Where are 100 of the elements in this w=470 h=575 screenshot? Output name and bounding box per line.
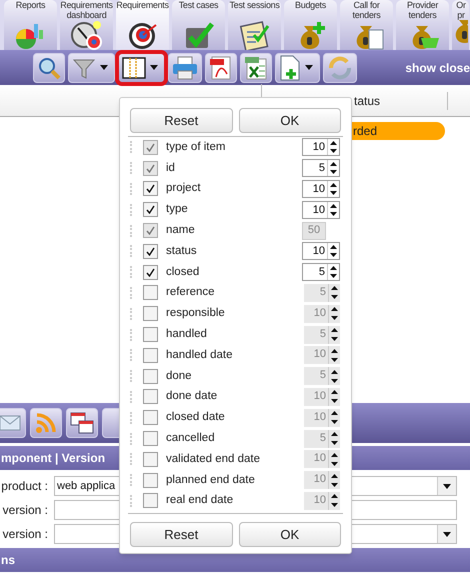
width-spinner[interactable]: 10 xyxy=(302,138,340,156)
up-arrow-icon[interactable] xyxy=(330,266,337,270)
column-option[interactable]: closed date 10 xyxy=(130,407,340,428)
down-arrow-icon[interactable] xyxy=(331,420,338,424)
down-arrow-icon[interactable] xyxy=(331,503,338,508)
down-arrow-icon[interactable] xyxy=(331,337,338,342)
down-arrow-icon[interactable] xyxy=(331,295,338,300)
module-tab[interactable]: Requirements xyxy=(116,0,169,50)
drag-handle-icon[interactable] xyxy=(130,432,134,445)
up-arrow-icon[interactable] xyxy=(331,286,338,290)
column-option[interactable]: done date 10 xyxy=(130,386,340,408)
width-spinner[interactable]: 10 xyxy=(302,242,340,260)
up-arrow-icon[interactable] xyxy=(331,370,338,374)
up-arrow-icon[interactable] xyxy=(331,474,338,478)
module-tab[interactable]: Reports xyxy=(4,0,57,50)
down-arrow-icon[interactable] xyxy=(330,149,337,154)
up-arrow-icon[interactable] xyxy=(330,162,337,166)
drag-handle-icon[interactable] xyxy=(130,412,134,424)
up-arrow-icon[interactable] xyxy=(331,411,338,416)
checkbox[interactable] xyxy=(143,327,158,342)
checkbox[interactable] xyxy=(143,452,158,467)
up-arrow-icon[interactable] xyxy=(331,307,338,312)
drag-handle-icon[interactable] xyxy=(130,370,134,382)
drag-handle-icon[interactable] xyxy=(130,245,134,258)
drag-handle-icon[interactable] xyxy=(130,308,134,320)
column-option[interactable]: handled 5 xyxy=(130,324,340,345)
drag-handle-icon[interactable] xyxy=(130,286,134,299)
column-option[interactable]: done 5 xyxy=(130,366,340,387)
checkbox[interactable] xyxy=(143,223,158,238)
checkbox[interactable] xyxy=(143,181,158,196)
drag-handle-icon[interactable] xyxy=(130,162,134,174)
checkbox[interactable] xyxy=(143,431,158,446)
menu-button[interactable]: Reset xyxy=(130,522,232,548)
checkbox[interactable] xyxy=(143,348,158,363)
drag-handle-icon[interactable] xyxy=(130,204,134,216)
checkbox[interactable] xyxy=(143,410,158,426)
menu-button[interactable]: OK xyxy=(238,522,341,548)
up-arrow-icon[interactable] xyxy=(331,328,338,332)
column-option[interactable]: handled date 10 xyxy=(130,344,340,366)
down-arrow-icon[interactable] xyxy=(330,170,337,174)
down-arrow-icon[interactable] xyxy=(331,441,338,446)
down-arrow-icon[interactable] xyxy=(330,212,337,216)
checkbox[interactable] xyxy=(143,160,158,176)
up-arrow-icon[interactable] xyxy=(331,452,338,457)
module-tab[interactable]: Call for tenders xyxy=(340,0,393,50)
menu-button[interactable]: OK xyxy=(238,108,341,133)
drag-handle-icon[interactable] xyxy=(130,182,134,195)
up-arrow-icon[interactable] xyxy=(330,141,337,146)
down-arrow-icon[interactable] xyxy=(331,378,338,383)
up-arrow-icon[interactable] xyxy=(330,182,337,187)
checkbox[interactable] xyxy=(143,264,158,280)
drag-handle-icon[interactable] xyxy=(130,474,134,486)
column-option[interactable]: type of item 10 xyxy=(130,137,340,158)
module-tab[interactable]: Test sessions xyxy=(228,0,281,50)
down-arrow-icon[interactable] xyxy=(330,190,337,195)
column-option[interactable]: closed 5 xyxy=(130,262,340,283)
menu-button[interactable]: Reset xyxy=(130,108,232,133)
width-spinner[interactable]: 10 xyxy=(302,180,340,198)
down-arrow-icon[interactable] xyxy=(330,253,337,258)
up-arrow-icon[interactable] xyxy=(330,245,337,250)
down-arrow-icon[interactable] xyxy=(331,316,338,320)
module-tab[interactable]: Or pr xyxy=(452,0,469,50)
module-tab[interactable]: Requirements dashboard xyxy=(60,0,113,50)
down-arrow-icon[interactable] xyxy=(330,274,337,278)
checkbox[interactable] xyxy=(143,389,158,404)
checkbox[interactable] xyxy=(143,244,158,259)
module-tab[interactable]: Test cases xyxy=(172,0,225,50)
checkbox[interactable] xyxy=(143,140,158,155)
up-arrow-icon[interactable] xyxy=(331,494,338,498)
width-spinner[interactable]: 5 xyxy=(302,159,340,178)
module-tab[interactable]: Budgets xyxy=(284,0,337,50)
checkbox[interactable] xyxy=(143,472,158,488)
checkbox[interactable] xyxy=(143,368,158,384)
column-option[interactable]: name 50 xyxy=(130,220,340,241)
drag-handle-icon[interactable] xyxy=(130,494,134,507)
column-option[interactable]: planned end date 10 xyxy=(130,470,340,491)
width-spinner[interactable]: 10 xyxy=(302,200,340,219)
column-option[interactable]: type 10 xyxy=(130,199,340,220)
column-option[interactable]: cancelled 5 xyxy=(130,428,340,449)
column-option[interactable]: project 10 xyxy=(130,178,340,200)
down-arrow-icon[interactable] xyxy=(331,358,338,362)
up-arrow-icon[interactable] xyxy=(331,432,338,436)
column-option[interactable]: responsible 10 xyxy=(130,303,340,324)
drag-handle-icon[interactable] xyxy=(130,266,134,278)
drag-handle-icon[interactable] xyxy=(130,390,134,403)
drag-handle-icon[interactable] xyxy=(130,349,134,362)
up-arrow-icon[interactable] xyxy=(331,348,338,353)
checkbox[interactable] xyxy=(143,202,158,218)
module-tab[interactable]: Provider tenders xyxy=(396,0,449,50)
drag-handle-icon[interactable] xyxy=(130,453,134,466)
column-option[interactable]: real end date 10 xyxy=(130,490,340,512)
down-arrow-icon[interactable] xyxy=(331,399,338,404)
checkbox[interactable] xyxy=(143,306,158,322)
width-spinner[interactable]: 5 xyxy=(302,263,340,282)
column-option[interactable]: reference 5 xyxy=(130,282,340,304)
checkbox[interactable] xyxy=(143,285,158,300)
drag-handle-icon[interactable] xyxy=(130,224,134,237)
column-option[interactable]: id 5 xyxy=(130,158,340,179)
checkbox[interactable] xyxy=(143,493,158,508)
drag-handle-icon[interactable] xyxy=(130,141,134,154)
